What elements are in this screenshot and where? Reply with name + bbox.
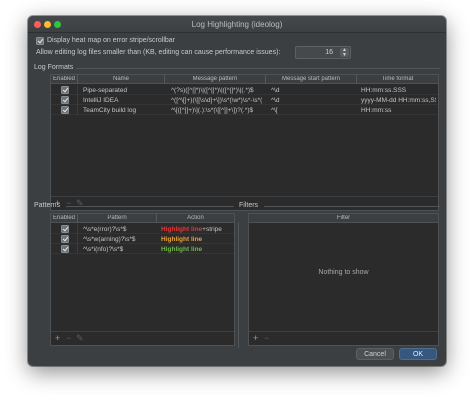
col-enabled[interactable]: Enabled [51, 76, 77, 82]
table-row[interactable]: IntelliJ IDEA ^([^\[]+)(\[[\s\d]+\])\s*(… [51, 95, 438, 105]
format-start-pattern: ^\[ [271, 106, 278, 114]
format-pattern: ^\[([^]]+)\](.):\s*(\[[^]]+\])?(.*)$ [171, 106, 254, 114]
ok-button[interactable]: OK [399, 348, 437, 360]
filters-table: Filter Nothing to show + − [248, 213, 439, 346]
col-pattern[interactable]: Pattern [78, 215, 156, 221]
patterns-table: Enabled Pattern Action ^\s*e(rror)?\s*$ … [50, 213, 235, 346]
patterns-separator [66, 206, 234, 207]
col-action[interactable]: Action [157, 215, 234, 221]
column-divider [77, 95, 78, 105]
col-filter[interactable]: Filter [249, 215, 438, 221]
pattern-regex: ^\s*i(nfo)?\s*$ [83, 245, 124, 253]
pattern-regex: ^\s*e(rror)?\s*$ [83, 225, 127, 233]
add-pattern-button[interactable]: + [55, 334, 60, 343]
filters-header: Filter [249, 214, 438, 223]
edit-pattern-button[interactable]: ✎ [76, 334, 84, 343]
column-divider [77, 105, 78, 115]
window-title: Log Highlighting (ideolog) [191, 20, 283, 29]
column-divider [77, 85, 78, 95]
table-row[interactable]: Pipe-separated ^(?s)([^|]*)\|([^|]*)\|([… [51, 85, 438, 95]
log-formats-header: Enabled Name Message pattern Message sta… [51, 75, 438, 84]
col-message-start[interactable]: Message start pattern [266, 76, 356, 82]
title-bar: Log Highlighting (ideolog) [28, 16, 446, 33]
row-enabled-checkbox[interactable] [61, 86, 69, 94]
table-row[interactable]: TeamCity build log ^\[([^]]+)\](.):\s*(\… [51, 105, 438, 115]
pattern-action: Highlight line+stripe [161, 226, 233, 233]
size-limit-value: 16 [325, 49, 333, 56]
pattern-regex: ^\s*w(arning)?\s*$ [83, 235, 136, 243]
col-message-pattern[interactable]: Message pattern [165, 76, 265, 82]
col-enabled[interactable]: Enabled [51, 215, 77, 221]
cancel-button[interactable]: Cancel [356, 348, 394, 360]
heatmap-label: Display heat map on error stripe/scrollb… [47, 37, 175, 44]
heatmap-checkbox[interactable] [36, 37, 44, 45]
panel-splitter[interactable] [238, 222, 239, 348]
pattern-action: Highlight line [161, 236, 233, 243]
row-enabled-checkbox[interactable] [61, 245, 69, 253]
size-limit-label: Allow editing log files smaller than (KB… [36, 49, 281, 56]
col-time-format[interactable]: Time format [357, 76, 438, 82]
log-highlighting-dialog: Log Highlighting (ideolog) Display heat … [28, 16, 446, 366]
format-start-pattern: ^\d [271, 96, 280, 104]
format-pattern: ^(?s)([^|]*)\|([^|]*)\|([^|]*)\|(.*)$ [171, 86, 254, 94]
column-divider [77, 224, 78, 234]
add-filter-button[interactable]: + [253, 334, 258, 343]
filters-title: Filters [239, 202, 259, 209]
log-formats-title: Log Formats [34, 64, 74, 71]
spinner-arrows-icon[interactable]: ▲ ▼ [340, 48, 349, 57]
patterns-title: Patterns [34, 202, 61, 209]
format-time: HH:mm:ss.SSS [361, 86, 407, 94]
format-name: Pipe-separated [83, 86, 128, 94]
column-divider [77, 234, 78, 244]
format-name: TeamCity build log [83, 106, 137, 114]
log-formats-table: Enabled Name Message pattern Message sta… [50, 74, 439, 211]
format-time: yyyy-MM-dd HH:mm:ss,SSS [361, 96, 436, 104]
empty-state-text: Nothing to show [318, 269, 369, 276]
format-pattern: ^([^\[]+)(\[[\s\d]+\])\s*(\w*)\s*-\s*(.*… [171, 96, 263, 104]
toolbar-divider [51, 331, 234, 332]
row-enabled-checkbox[interactable] [61, 96, 69, 104]
column-divider [77, 244, 78, 254]
row-enabled-checkbox[interactable] [61, 106, 69, 114]
table-row[interactable]: ^\s*i(nfo)?\s*$ Highlight line [51, 244, 234, 254]
toolbar-divider [51, 196, 438, 197]
action-highlight-line: Highlight line [161, 245, 203, 253]
toolbar-divider [249, 331, 438, 332]
pattern-action: Highlight line [161, 246, 233, 253]
remove-pattern-button[interactable]: − [66, 334, 71, 343]
action-highlight-line: Highlight line [161, 225, 203, 233]
format-name: IntelliJ IDEA [83, 96, 119, 104]
format-time: HH:mm:ss [361, 106, 392, 114]
col-name[interactable]: Name [78, 76, 164, 82]
log-formats-separator [76, 68, 440, 69]
row-enabled-checkbox[interactable] [61, 225, 69, 233]
patterns-header: Enabled Pattern Action [51, 214, 234, 223]
table-row[interactable]: ^\s*e(rror)?\s*$ Highlight line+stripe [51, 224, 234, 234]
format-start-pattern: ^\d [271, 86, 280, 94]
action-stripe: +stripe [202, 225, 222, 233]
remove-filter-button[interactable]: − [264, 334, 269, 343]
size-limit-spinner[interactable]: 16 ▲ ▼ [295, 46, 351, 59]
table-row[interactable]: ^\s*w(arning)?\s*$ Highlight line [51, 234, 234, 244]
row-enabled-checkbox[interactable] [61, 235, 69, 243]
filters-separator [264, 206, 440, 207]
action-highlight-line: Highlight line [161, 235, 203, 243]
